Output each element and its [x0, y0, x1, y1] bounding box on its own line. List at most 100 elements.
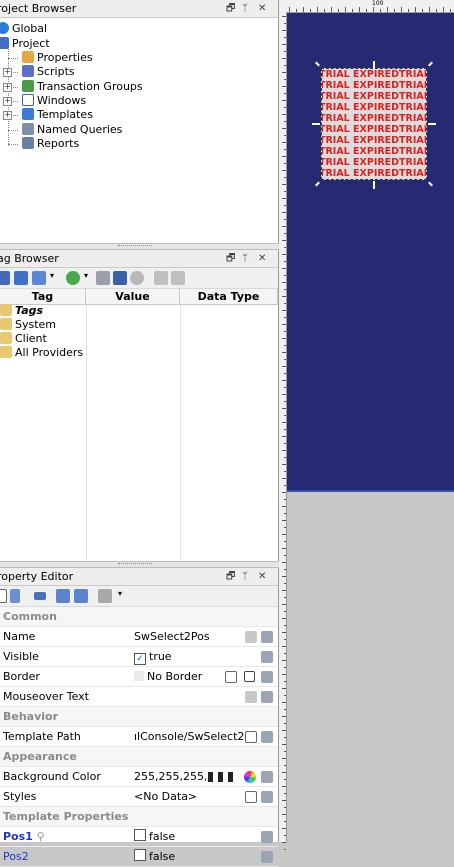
tree-item-scripts[interactable]: Scripts: [22, 65, 75, 79]
ruler-tick: [310, 9, 311, 12]
float-icon[interactable]: 🗗: [226, 250, 235, 267]
property-row-background-color[interactable]: Background Color 255,255,255,0: [0, 767, 278, 787]
resize-handle-right[interactable]: [428, 123, 436, 125]
magnifier-icon[interactable]: [245, 791, 257, 803]
visible-checkbox[interactable]: ✓ true: [134, 647, 240, 667]
refresh-icon[interactable]: [66, 271, 80, 285]
pos1-checkbox[interactable]: false: [134, 827, 240, 847]
binding-icon[interactable]: [261, 731, 273, 743]
column-header-data-type[interactable]: Data Type: [180, 289, 278, 305]
display-mode-icon[interactable]: [34, 592, 46, 600]
tree-item-properties[interactable]: Properties: [22, 51, 93, 65]
selected-template-component[interactable]: TRIAL EXPIREDTRIAL EX TRIAL EXPIREDTRIAL…: [321, 68, 427, 180]
resize-handle-bottom-left[interactable]: [315, 181, 320, 187]
property-row-pos2[interactable]: Pos2 false: [0, 847, 278, 867]
property-row-mouseover-text[interactable]: Mouseover Text: [0, 687, 278, 707]
edit-text-icon[interactable]: [245, 691, 257, 703]
expand-icon[interactable]: +: [3, 83, 12, 92]
tree-item-global[interactable]: Global: [0, 22, 47, 36]
customize-icon[interactable]: [74, 589, 88, 603]
binding-icon[interactable]: [261, 771, 273, 783]
pin-icon[interactable]: ᛘ: [242, 0, 248, 17]
delete-icon[interactable]: [171, 271, 185, 285]
resize-handle-left[interactable]: [312, 123, 320, 125]
category-common: Common: [0, 607, 278, 627]
categorized-icon[interactable]: [0, 589, 7, 603]
splitter-handle[interactable]: [0, 561, 279, 568]
pin-icon[interactable]: ᛘ: [242, 568, 248, 585]
dropdown-icon[interactable]: [245, 731, 257, 743]
resize-handle-top[interactable]: [373, 61, 375, 69]
dropdown-icon[interactable]: ▾: [50, 271, 58, 285]
tree-item-templates[interactable]: Templates: [22, 108, 93, 122]
close-icon[interactable]: ✕: [258, 568, 266, 585]
add-property-icon[interactable]: [56, 589, 70, 603]
opc-icon[interactable]: [113, 271, 127, 285]
ruler-tick: [345, 7, 346, 12]
binding-icon[interactable]: [261, 831, 273, 843]
ruler-tick: [282, 240, 286, 241]
opc-browse-icon[interactable]: [96, 271, 110, 285]
tree-item-windows[interactable]: Windows: [22, 94, 86, 108]
dropdown-icon[interactable]: ▾: [118, 589, 126, 603]
tree-item-named-queries[interactable]: Named Queries: [22, 123, 122, 137]
filter-icon[interactable]: [98, 589, 112, 603]
property-row-styles[interactable]: Styles <No Data>: [0, 787, 278, 807]
property-row-border[interactable]: Border No Border: [0, 667, 278, 687]
table-view-icon[interactable]: [32, 271, 46, 285]
tree-item-project[interactable]: Project: [0, 37, 50, 51]
trial-watermark: TRIAL EXPIREDTRIAL EX: [321, 69, 427, 80]
tag-folder-all-providers[interactable]: All Providers: [0, 346, 83, 360]
color-picker-icon[interactable]: [244, 771, 256, 783]
border-editor-icon[interactable]: [244, 671, 255, 682]
property-value[interactable]: 255,255,255,0: [134, 767, 206, 787]
tag-folder-client[interactable]: Client: [0, 332, 47, 346]
float-icon[interactable]: 🗗: [226, 568, 235, 585]
sort-alpha-icon[interactable]: [10, 589, 20, 603]
dropdown-icon[interactable]: ▾: [84, 271, 92, 285]
expand-icon[interactable]: +: [3, 97, 12, 106]
binding-icon[interactable]: [261, 851, 273, 863]
property-value[interactable]: SwSelect2Pos: [134, 627, 240, 647]
column-header-tag[interactable]: Tag: [0, 289, 86, 305]
dropdown-icon[interactable]: [225, 671, 237, 683]
edit-icon[interactable]: [154, 271, 168, 285]
resize-handle-bottom[interactable]: [373, 181, 375, 189]
resize-handle-top-right[interactable]: [428, 61, 433, 67]
resize-handle-bottom-right[interactable]: [428, 181, 433, 187]
binding-icon[interactable]: [261, 651, 273, 663]
binding-icon[interactable]: [261, 631, 273, 643]
property-value[interactable]: ılConsole/SwSelect2Pos: [134, 727, 244, 747]
expand-icon[interactable]: +: [3, 68, 12, 77]
binding-icon[interactable]: [261, 791, 273, 803]
window-canvas[interactable]: TRIAL EXPIREDTRIAL EX TRIAL EXPIREDTRIAL…: [287, 13, 454, 492]
property-value[interactable]: <No Data>: [134, 787, 240, 807]
tree-item-reports[interactable]: Reports: [22, 137, 79, 151]
add-tag-icon[interactable]: [14, 271, 28, 285]
checkbox-unchecked-icon: [134, 829, 146, 841]
udt-icon[interactable]: [130, 271, 144, 285]
column-header-value[interactable]: Value: [86, 289, 180, 305]
ruler-tick: [359, 7, 360, 12]
resize-handle-top-left[interactable]: [315, 61, 320, 67]
pos2-checkbox[interactable]: false: [134, 847, 240, 867]
binding-icon[interactable]: [261, 691, 273, 703]
property-row-name[interactable]: Name SwSelect2Pos: [0, 627, 278, 647]
float-icon[interactable]: 🗗: [226, 0, 235, 17]
close-icon[interactable]: ✕: [258, 250, 266, 267]
pin-icon[interactable]: ᛘ: [242, 250, 248, 267]
tree-item-transaction-groups[interactable]: Transaction Groups: [22, 80, 143, 94]
expand-icon[interactable]: +: [3, 111, 12, 120]
edit-text-icon[interactable]: [245, 631, 257, 643]
tag-provider-icon[interactable]: [0, 271, 10, 285]
close-icon[interactable]: ✕: [258, 0, 266, 17]
tag-folder-tags[interactable]: Tags: [0, 304, 43, 318]
splitter-handle[interactable]: [0, 243, 279, 250]
tag-folder-system[interactable]: System: [0, 318, 56, 332]
property-row-pos1[interactable]: Pos1 ⚲ false: [0, 827, 278, 847]
property-row-visible[interactable]: Visible ✓ true: [0, 647, 278, 667]
binding-icon[interactable]: [261, 671, 273, 683]
property-row-template-path[interactable]: Template Path ılConsole/SwSelect2Pos: [0, 727, 278, 747]
ruler-tick: [284, 513, 286, 514]
ruler-tick: [282, 492, 286, 493]
